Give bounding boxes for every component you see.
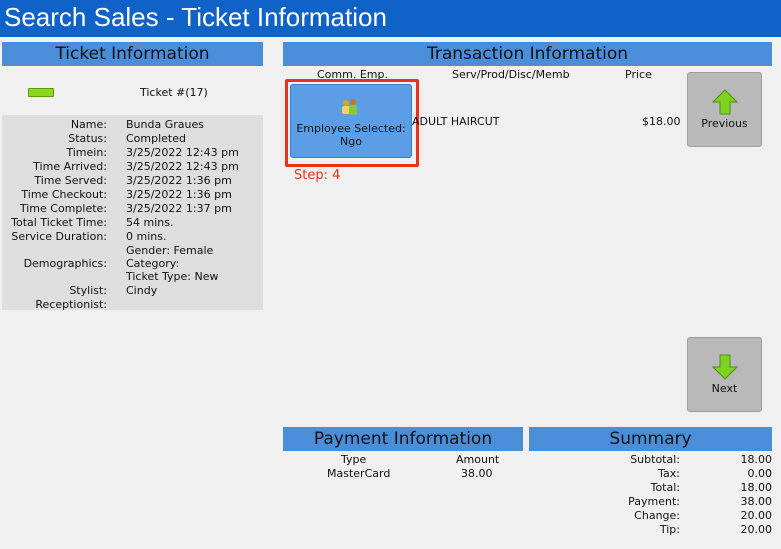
- summary-tip-value: 20.00: [740, 523, 773, 536]
- status-indicator-icon: [28, 88, 54, 97]
- field-label: Time Complete:: [19, 202, 107, 215]
- step-label: Step: 4: [294, 168, 341, 183]
- payment-info-header: Payment Information: [283, 427, 523, 451]
- demographics-gender: Gender: Female: [126, 244, 214, 257]
- title-bar: Search Sales - Ticket Information: [0, 0, 781, 37]
- previous-label: Previous: [701, 117, 748, 130]
- summary-total-label: Total:: [650, 481, 680, 494]
- employee-selected-name: Ngo: [340, 135, 362, 148]
- summary-total-value: 18.00: [740, 481, 773, 494]
- field-label: Status:: [68, 132, 107, 145]
- field-value: 0 mins.: [126, 230, 167, 243]
- ticket-info-header: Ticket Information: [2, 42, 263, 66]
- stylist-label: Stylist:: [69, 284, 107, 297]
- summary-change-value: 20.00: [740, 509, 773, 522]
- field-label: Name:: [70, 118, 107, 131]
- field-label: Time Arrived:: [33, 160, 107, 173]
- people-icon: [342, 99, 357, 115]
- transaction-row-service[interactable]: ADULT HAIRCUT: [412, 115, 499, 128]
- payment-row-amount: 38.00: [461, 467, 493, 480]
- next-button[interactable]: Next: [687, 337, 762, 412]
- summary-tax-label: Tax:: [658, 467, 680, 480]
- field-value: 3/25/2022 12:43 pm: [126, 146, 239, 159]
- payment-column-type: Type: [341, 453, 367, 466]
- summary-tax-value: 0.00: [747, 467, 773, 480]
- field-value: 3/25/2022 1:36 pm: [126, 188, 232, 201]
- summary-subtotal-label: Subtotal:: [630, 453, 680, 466]
- field-value: Bunda Graues: [126, 118, 204, 131]
- previous-button[interactable]: Previous: [687, 72, 762, 147]
- field-label: Service Duration:: [11, 230, 107, 243]
- column-header-price: Price: [625, 68, 652, 81]
- field-label: Time Served:: [34, 174, 107, 187]
- arrow-up-icon: [712, 89, 738, 115]
- payment-column-amount: Amount: [456, 453, 500, 466]
- arrow-down-icon: [712, 354, 738, 380]
- transaction-info-header: Transaction Information: [283, 42, 772, 66]
- field-value: 3/25/2022 1:36 pm: [126, 174, 232, 187]
- employee-selected-label: Employee Selected:: [296, 122, 406, 135]
- demographics-label: Demographics:: [23, 257, 107, 270]
- ticket-details: Name: Bunda Graues Status: Completed Tim…: [2, 115, 263, 311]
- demographics-ticket-type: Ticket Type: New: [126, 270, 219, 283]
- field-label: Total Ticket Time:: [11, 216, 107, 229]
- summary-tip-label: Tip:: [659, 523, 680, 536]
- receptionist-label: Receptionist:: [35, 298, 107, 311]
- employee-selected-button[interactable]: Employee Selected: Ngo: [290, 84, 412, 158]
- summary-header: Summary: [529, 427, 772, 451]
- next-label: Next: [711, 382, 738, 395]
- column-header-service: Serv/Prod/Disc/Memb: [452, 68, 570, 81]
- field-value: 3/25/2022 1:37 pm: [126, 202, 232, 215]
- summary-change-label: Change:: [634, 509, 680, 522]
- summary-payment-label: Payment:: [628, 495, 680, 508]
- field-label: Time Checkout:: [21, 188, 107, 201]
- transaction-row-price[interactable]: $18.00: [642, 115, 681, 128]
- summary-subtotal-value: 18.00: [740, 453, 773, 466]
- stylist-value: Cindy: [126, 284, 158, 297]
- ticket-number: Ticket #(17): [140, 86, 208, 99]
- field-label: Timein:: [66, 146, 107, 159]
- field-value: 54 mins.: [126, 216, 174, 229]
- summary-payment-value: 38.00: [740, 495, 773, 508]
- field-value: 3/25/2022 12:43 pm: [126, 160, 239, 173]
- window-title: Search Sales - Ticket Information: [4, 2, 387, 32]
- field-value: Completed: [126, 132, 186, 145]
- demographics-category: Category:: [126, 257, 180, 270]
- payment-row-type: MasterCard: [327, 467, 391, 480]
